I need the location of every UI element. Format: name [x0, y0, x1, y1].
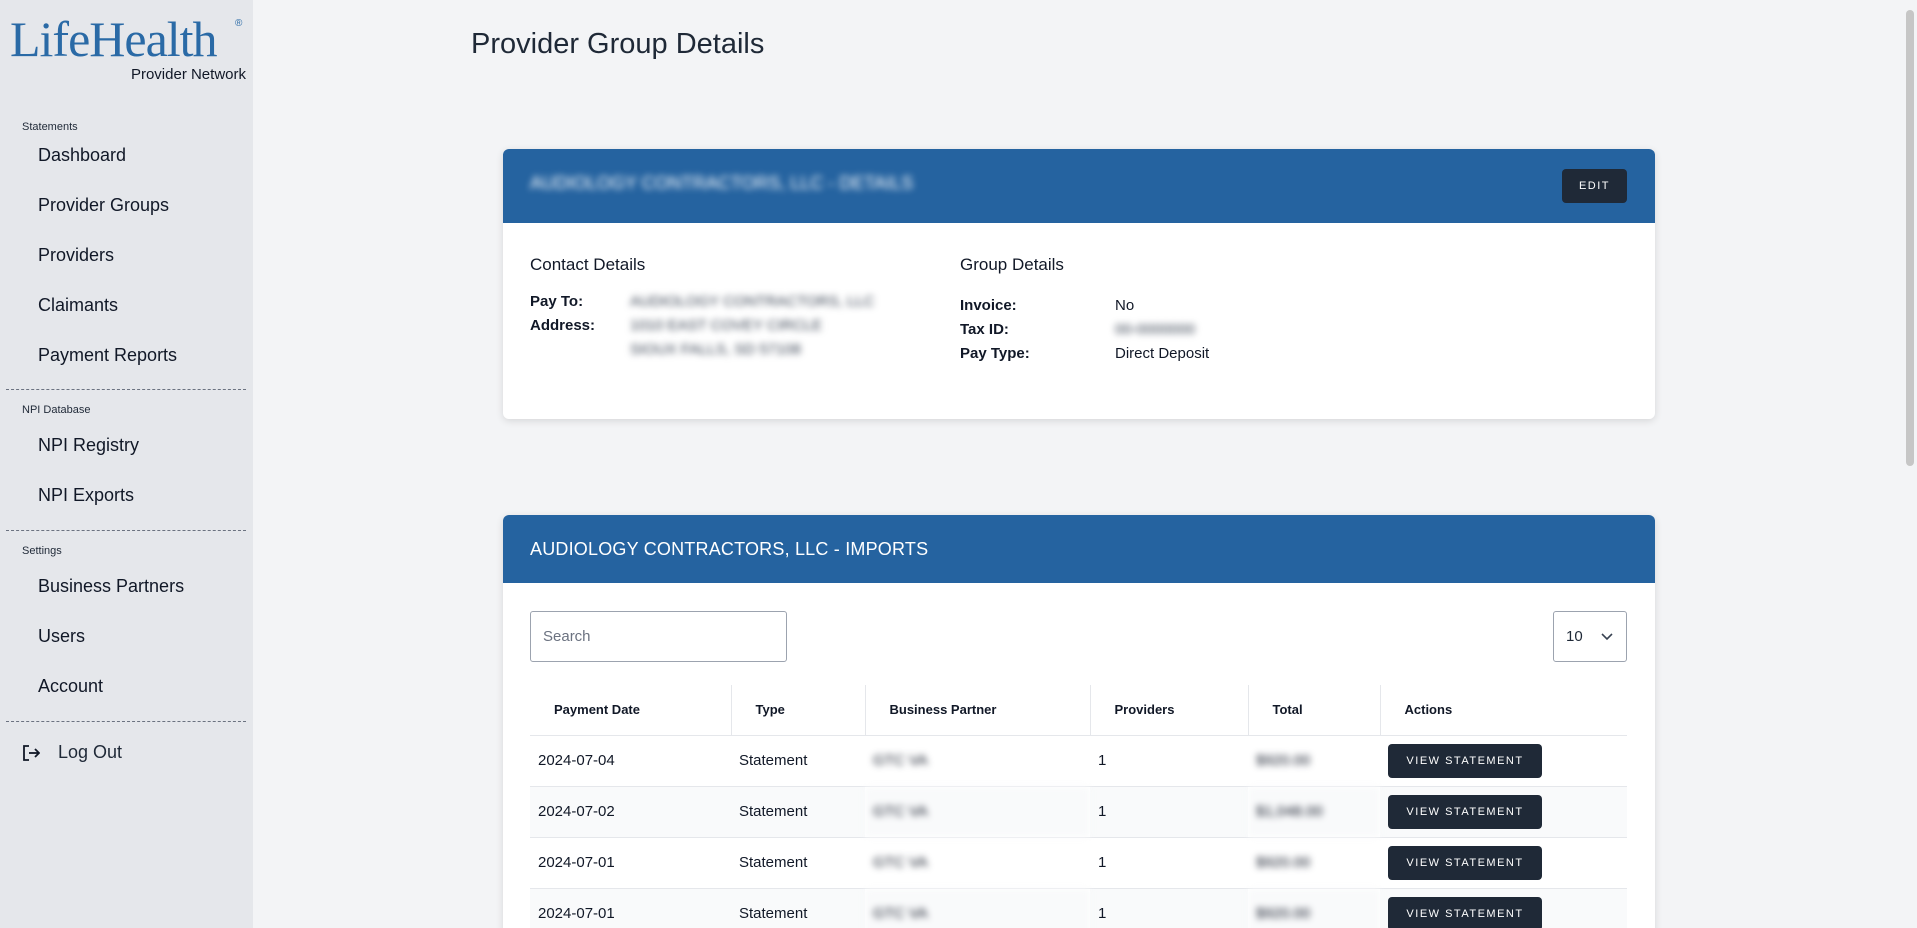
pay-to-label: Pay To:	[530, 293, 584, 310]
column-header-actions: Actions	[1380, 685, 1627, 736]
section-label-npi-database: NPI Database	[22, 404, 91, 416]
cell-total: $920.00	[1248, 837, 1380, 889]
column-header-providers[interactable]: Providers	[1090, 685, 1249, 736]
address-line1: 1010 EAST COVEY CIRCLE	[630, 317, 823, 334]
column-header-payment-date[interactable]: Payment Date	[530, 685, 732, 736]
cell-business-partner: GTC VA	[865, 837, 1090, 889]
logo[interactable]: LifeHealth ® Provider Network	[10, 12, 246, 84]
cell-type: Statement	[731, 837, 865, 889]
section-label-settings: Settings	[22, 545, 62, 557]
cell-total: $920.00	[1248, 888, 1380, 928]
view-statement-button[interactable]: VIEW STATEMENT	[1388, 743, 1542, 778]
table-row: 2024-07-02 Statement GTC VA 1 $1,048.00 …	[530, 786, 1627, 838]
sidebar-divider	[6, 530, 246, 531]
cell-providers: 1	[1090, 735, 1248, 787]
cell-actions: VIEW STATEMENT	[1380, 786, 1627, 838]
sidebar: LifeHealth ® Provider Network Statements…	[0, 0, 253, 928]
pay-type-value: Direct Deposit	[1115, 345, 1210, 362]
view-statement-button[interactable]: VIEW STATEMENT	[1388, 845, 1542, 880]
sidebar-item-payment-reports[interactable]: Payment Reports	[38, 345, 177, 366]
page-scrollbar[interactable]	[1903, 0, 1917, 928]
table-row: 2024-07-04 Statement GTC VA 1 $920.00 VI…	[530, 735, 1627, 787]
page-size-value: 10	[1566, 628, 1583, 645]
pay-to-value: AUDIOLOGY CONTRACTORS, LLC	[630, 293, 875, 310]
sidebar-item-account[interactable]: Account	[38, 676, 103, 697]
edit-button[interactable]: EDIT	[1562, 169, 1627, 203]
group-details-heading: Group Details	[960, 255, 1064, 274]
section-label-statements: Statements	[22, 121, 78, 133]
contact-details-heading: Contact Details	[530, 255, 646, 274]
column-header-total[interactable]: Total	[1248, 685, 1381, 736]
logout-arrow-icon	[23, 744, 40, 761]
table-row: 2024-07-01 Statement GTC VA 1 $920.00 VI…	[530, 837, 1627, 889]
scrollbar-thumb[interactable]	[1906, 10, 1914, 466]
pay-type-label: Pay Type:	[960, 345, 1030, 362]
sidebar-item-dashboard[interactable]: Dashboard	[38, 145, 126, 166]
cell-actions: VIEW STATEMENT	[1380, 837, 1627, 889]
sidebar-item-npi-registry[interactable]: NPI Registry	[38, 435, 139, 456]
invoice-value: No	[1115, 297, 1135, 314]
table-row: 2024-07-01 Statement GTC VA 1 $920.00 VI…	[530, 888, 1627, 928]
address-label: Address:	[530, 317, 596, 334]
page-size-select[interactable]: 10	[1553, 611, 1627, 662]
logo-wordmark: LifeHealth	[10, 11, 218, 67]
details-card: AUDIOLOGY CONTRACTORS, LLC - DETAILS EDI…	[503, 149, 1655, 419]
logo-registered-mark: ®	[235, 18, 243, 29]
table-header-row: Payment Date Type Business Partner Provi…	[530, 685, 1627, 736]
cell-business-partner: GTC VA	[865, 735, 1090, 787]
sidebar-item-claimants[interactable]: Claimants	[38, 295, 118, 316]
cell-actions: VIEW STATEMENT	[1380, 888, 1627, 928]
logout-button[interactable]: Log Out	[22, 742, 122, 763]
cell-actions: VIEW STATEMENT	[1380, 735, 1627, 787]
details-card-title: AUDIOLOGY CONTRACTORS, LLC - DETAILS	[530, 173, 914, 193]
cell-type: Statement	[731, 888, 865, 928]
cell-type: Statement	[731, 735, 865, 787]
cell-providers: 1	[1090, 837, 1248, 889]
page-title: Provider Group Details	[471, 28, 765, 60]
cell-business-partner: GTC VA	[865, 786, 1090, 838]
sidebar-item-npi-exports[interactable]: NPI Exports	[38, 485, 134, 506]
cell-providers: 1	[1090, 888, 1248, 928]
sidebar-item-users[interactable]: Users	[38, 626, 85, 647]
imports-card-title: AUDIOLOGY CONTRACTORS, LLC - IMPORTS	[530, 539, 929, 559]
cell-business-partner: GTC VA	[865, 888, 1090, 928]
cell-type: Statement	[731, 786, 865, 838]
cell-payment-date: 2024-07-01	[530, 837, 731, 889]
cell-providers: 1	[1090, 786, 1248, 838]
search-input[interactable]	[530, 611, 787, 662]
invoice-label: Invoice:	[960, 297, 1017, 314]
column-header-type[interactable]: Type	[731, 685, 866, 736]
sidebar-divider	[6, 721, 246, 722]
column-header-business-partner[interactable]: Business Partner	[865, 685, 1091, 736]
chevron-down-icon	[1601, 633, 1613, 641]
cell-payment-date: 2024-07-01	[530, 888, 731, 928]
view-statement-button[interactable]: VIEW STATEMENT	[1388, 794, 1542, 829]
cell-payment-date: 2024-07-02	[530, 786, 731, 838]
sidebar-item-provider-groups[interactable]: Provider Groups	[38, 195, 169, 216]
tax-id-value: 00-0000000	[1115, 321, 1196, 338]
address-line2: SIOUX FALLS, SD 57108	[630, 341, 801, 358]
sidebar-item-business-partners[interactable]: Business Partners	[38, 576, 184, 597]
imports-card: AUDIOLOGY CONTRACTORS, LLC - IMPORTS 10 …	[503, 515, 1655, 928]
view-statement-button[interactable]: VIEW STATEMENT	[1388, 896, 1542, 928]
sidebar-divider	[6, 389, 246, 390]
imports-card-header: AUDIOLOGY CONTRACTORS, LLC - IMPORTS	[503, 515, 1655, 583]
cell-total: $1,048.00	[1248, 786, 1380, 838]
cell-total: $920.00	[1248, 735, 1380, 787]
imports-table: Payment Date Type Business Partner Provi…	[530, 685, 1627, 928]
logout-label: Log Out	[58, 742, 123, 762]
cell-payment-date: 2024-07-04	[530, 735, 731, 787]
logo-subtitle: Provider Network	[130, 66, 246, 83]
details-card-header: AUDIOLOGY CONTRACTORS, LLC - DETAILS EDI…	[503, 149, 1655, 223]
tax-id-label: Tax ID:	[960, 321, 1009, 338]
sidebar-item-providers[interactable]: Providers	[38, 245, 114, 266]
